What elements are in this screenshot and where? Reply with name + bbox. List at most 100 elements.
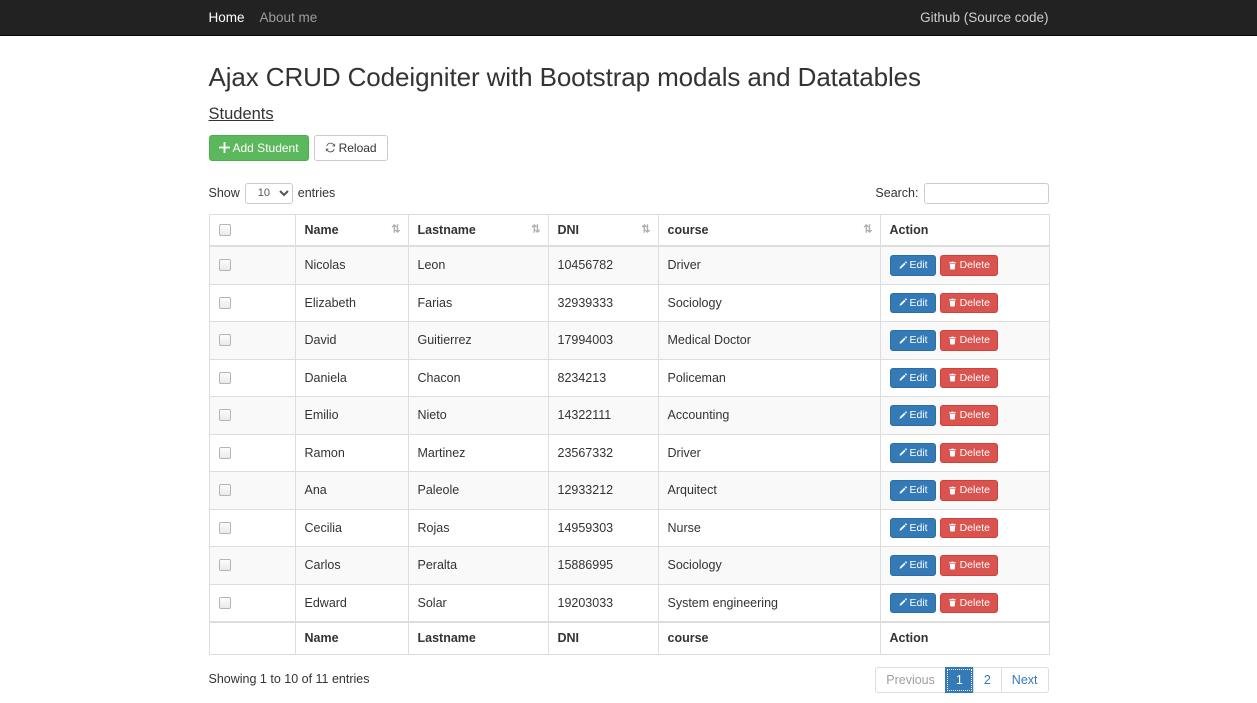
- reload-button[interactable]: Reload: [314, 135, 388, 161]
- edit-button[interactable]: Edit: [890, 555, 936, 576]
- row-select-cell[interactable]: [209, 509, 295, 547]
- refresh-icon: [325, 142, 336, 153]
- add-student-label: Add Student: [233, 142, 299, 154]
- row-dni-cell: 12933212: [548, 472, 658, 510]
- sort-updown-icon: ⇅: [863, 224, 871, 235]
- row-course-cell: Accounting: [658, 397, 880, 435]
- row-action-cell: Edit Delete: [880, 246, 1049, 284]
- row-name-cell: Ramon: [295, 434, 408, 472]
- delete-button[interactable]: Delete: [940, 330, 998, 351]
- pagination-next[interactable]: Next: [1001, 667, 1049, 693]
- row-action-buttons: Edit Delete: [890, 593, 1040, 614]
- delete-label: Delete: [960, 448, 990, 459]
- delete-label: Delete: [960, 485, 990, 496]
- nav-home[interactable]: Home: [209, 0, 260, 35]
- pagination-previous[interactable]: Previous: [875, 667, 946, 693]
- nav-github-source-code[interactable]: Github (Source code): [920, 0, 1048, 35]
- row-checkbox[interactable]: [219, 447, 231, 459]
- row-lastname-cell: Peralta: [408, 547, 548, 585]
- select-all-checkbox[interactable]: [219, 224, 231, 236]
- row-action-cell: EditDelete: [880, 509, 1049, 547]
- column-lastname-label: Lastname: [418, 223, 476, 237]
- row-select-cell[interactable]: [209, 547, 295, 585]
- row-select-cell[interactable]: [209, 246, 295, 284]
- row-select-cell[interactable]: [209, 397, 295, 435]
- delete-label: Delete: [960, 298, 990, 309]
- pagination-page-1[interactable]: 1: [945, 667, 974, 693]
- edit-button[interactable]: Edit: [890, 368, 936, 389]
- row-checkbox[interactable]: [219, 484, 231, 496]
- pagination: Previous12Next: [875, 667, 1048, 693]
- delete-button[interactable]: Delete: [940, 368, 998, 389]
- pencil-icon: [898, 261, 907, 270]
- row-lastname-cell: Paleole: [408, 472, 548, 510]
- row-select-cell[interactable]: [209, 434, 295, 472]
- delete-button[interactable]: Delete: [940, 518, 998, 539]
- delete-label: Delete: [960, 335, 990, 346]
- column-action-label: Action: [890, 223, 929, 237]
- row-name-cell: Elizabeth: [295, 284, 408, 322]
- table-head: Name ⇅ Lastname ⇅ DNI ⇅ course ⇅ Action: [209, 214, 1049, 246]
- edit-label: Edit: [910, 410, 928, 421]
- delete-button[interactable]: Delete: [940, 293, 998, 314]
- column-lastname[interactable]: Lastname ⇅: [408, 214, 548, 246]
- edit-label: Edit: [910, 448, 928, 459]
- row-lastname-cell: Solar: [408, 584, 548, 622]
- edit-button[interactable]: Edit: [890, 293, 936, 314]
- row-action-buttons: Edit Delete: [890, 330, 1040, 351]
- column-name[interactable]: Name ⇅: [295, 214, 408, 246]
- delete-button[interactable]: Delete: [940, 480, 998, 501]
- row-select-cell[interactable]: [209, 584, 295, 622]
- row-checkbox[interactable]: [219, 259, 231, 271]
- row-checkbox[interactable]: [219, 409, 231, 421]
- row-course-cell: Policeman: [658, 359, 880, 397]
- row-action-buttons: Edit Delete: [890, 443, 1040, 464]
- nav-about-me[interactable]: About me: [260, 0, 333, 35]
- edit-label: Edit: [910, 260, 928, 271]
- row-course-cell: System engineering: [658, 584, 880, 622]
- delete-button[interactable]: Delete: [940, 593, 998, 614]
- entries-per-page-select[interactable]: 102550100: [245, 183, 293, 204]
- row-action-cell: Edit Delete: [880, 434, 1049, 472]
- row-dni-cell: 10456782: [548, 246, 658, 284]
- pencil-icon: [898, 298, 907, 307]
- edit-button[interactable]: Edit: [890, 480, 936, 501]
- row-course-cell: Sociology: [658, 547, 880, 585]
- edit-button[interactable]: Edit: [890, 518, 936, 539]
- delete-button[interactable]: Delete: [940, 555, 998, 576]
- delete-button[interactable]: Delete: [940, 443, 998, 464]
- edit-button[interactable]: Edit: [890, 330, 936, 351]
- footer-action: Action: [880, 622, 1049, 654]
- delete-button[interactable]: Delete: [940, 405, 998, 426]
- row-checkbox[interactable]: [219, 597, 231, 609]
- row-select-cell[interactable]: [209, 359, 295, 397]
- table-row: DanielaChacon8234213PolicemanEditDelete: [209, 359, 1049, 397]
- row-select-cell[interactable]: [209, 472, 295, 510]
- column-course[interactable]: course ⇅: [658, 214, 880, 246]
- edit-button[interactable]: Edit: [890, 255, 936, 276]
- edit-button[interactable]: Edit: [890, 443, 936, 464]
- row-checkbox[interactable]: [219, 559, 231, 571]
- pencil-icon: [898, 411, 907, 420]
- row-lastname-cell: Guitierrez: [408, 322, 548, 360]
- search-input[interactable]: [924, 183, 1049, 204]
- row-checkbox[interactable]: [219, 334, 231, 346]
- column-dni[interactable]: DNI ⇅: [548, 214, 658, 246]
- add-student-button[interactable]: Add Student: [209, 135, 309, 161]
- column-select[interactable]: [209, 214, 295, 246]
- row-select-cell[interactable]: [209, 322, 295, 360]
- show-label: Show: [209, 183, 240, 203]
- delete-button[interactable]: Delete: [940, 255, 998, 276]
- pencil-icon: [898, 561, 907, 570]
- trash-icon: [948, 523, 957, 532]
- table-footer-row: Name Lastname DNI course Action: [209, 622, 1049, 654]
- edit-button[interactable]: Edit: [890, 593, 936, 614]
- edit-button[interactable]: Edit: [890, 405, 936, 426]
- row-select-cell[interactable]: [209, 284, 295, 322]
- row-checkbox[interactable]: [219, 297, 231, 309]
- row-checkbox[interactable]: [219, 522, 231, 534]
- pagination-page-2[interactable]: 2: [973, 667, 1002, 693]
- edit-label: Edit: [910, 598, 928, 609]
- row-checkbox[interactable]: [219, 372, 231, 384]
- column-course-label: course: [668, 223, 709, 237]
